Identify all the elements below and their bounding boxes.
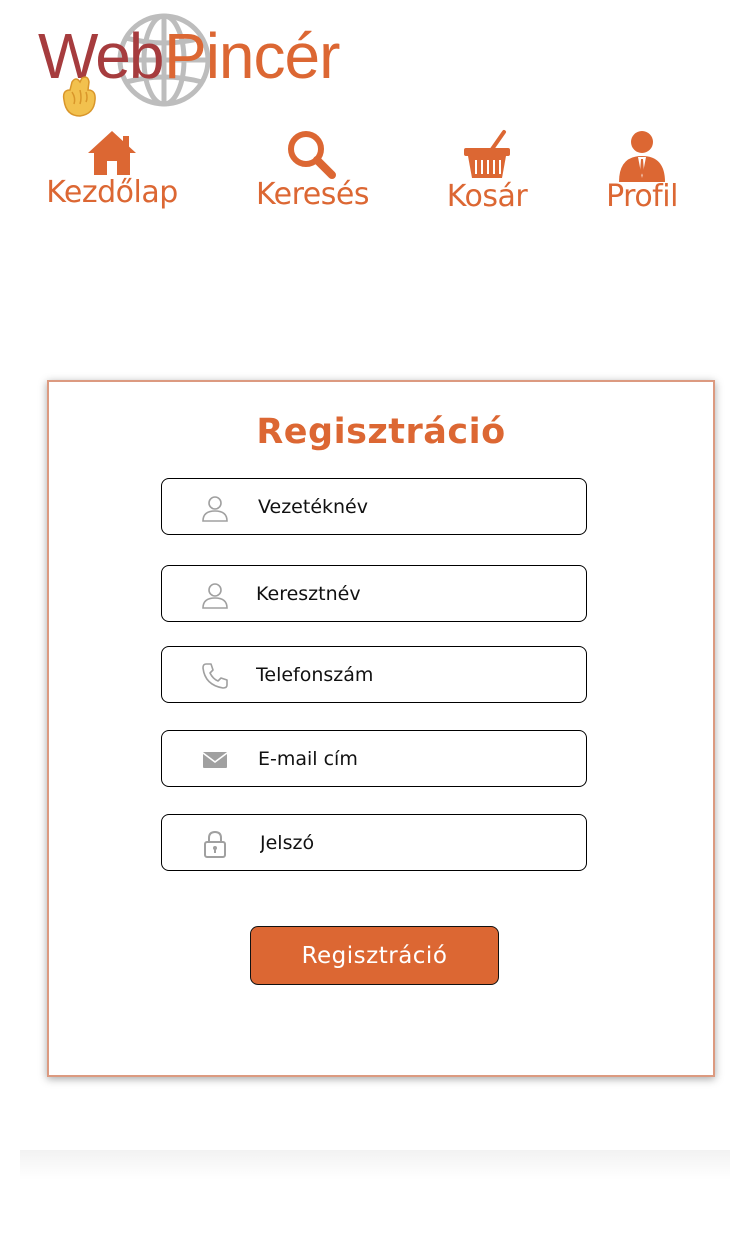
- phone-input[interactable]: [256, 657, 556, 693]
- nav-label: Keresés: [256, 177, 369, 212]
- nav-item-basket[interactable]: Kosár: [444, 128, 530, 212]
- fingers-crossed-icon: [62, 76, 96, 117]
- envelope-icon: [202, 752, 228, 768]
- register-button[interactable]: Regisztráció: [250, 926, 499, 985]
- first-name-input[interactable]: [256, 576, 556, 612]
- search-icon: [288, 131, 336, 179]
- nav-item-search[interactable]: Keresés: [256, 128, 369, 212]
- password-field[interactable]: [161, 814, 587, 871]
- nav-item-home[interactable]: Kezdőlap: [46, 128, 178, 208]
- first-name-field[interactable]: [161, 565, 587, 622]
- logo-text-pincer: Pincér: [164, 20, 340, 92]
- email-input[interactable]: [258, 741, 558, 777]
- user-outline-icon: [202, 496, 228, 522]
- phone-icon: [202, 663, 228, 689]
- email-field[interactable]: [161, 730, 587, 787]
- lock-icon: [204, 830, 226, 858]
- home-icon: [88, 131, 136, 175]
- nav-label: Profil: [606, 179, 678, 214]
- main-nav: Kezdőlap Keresés Kosár Profil: [0, 128, 750, 228]
- footer-divider: [20, 1150, 730, 1180]
- last-name-field[interactable]: [161, 478, 587, 535]
- nav-label: Kezdőlap: [46, 175, 178, 210]
- nav-item-profile[interactable]: Profil: [602, 128, 682, 212]
- user-icon: [619, 131, 665, 182]
- form-title: Regisztráció: [256, 412, 506, 452]
- user-outline-icon: [202, 583, 228, 609]
- last-name-input[interactable]: [258, 489, 558, 525]
- basket-icon: [464, 130, 510, 178]
- site-logo[interactable]: Web Pincér: [36, 10, 356, 120]
- phone-field[interactable]: [161, 646, 587, 703]
- password-input[interactable]: [260, 825, 560, 861]
- nav-label: Kosár: [446, 179, 528, 214]
- registration-card: Regisztráció Vezetéknév Keresztnév Telef…: [47, 380, 715, 1077]
